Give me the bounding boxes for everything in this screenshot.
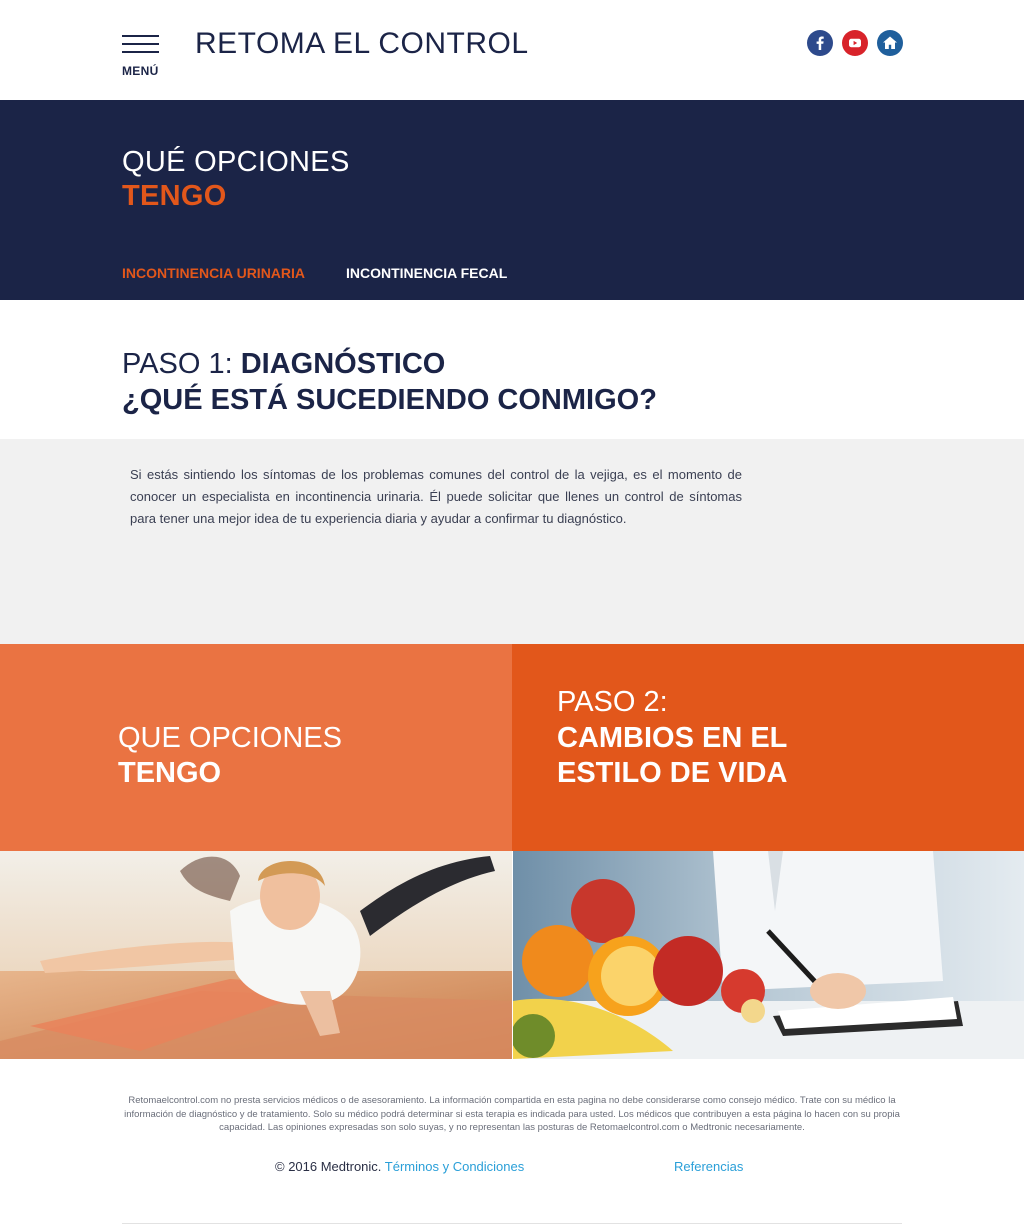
home-icon xyxy=(883,36,897,49)
tile-paso-2[interactable]: PASO 2: CAMBIOS EN EL ESTILO DE VIDA xyxy=(512,644,1024,851)
footer-divider xyxy=(122,1223,902,1224)
menu-button[interactable]: MENÚ xyxy=(122,35,162,79)
hamburger-icon xyxy=(122,35,159,37)
youtube-icon xyxy=(849,38,861,48)
tile-right-line3: ESTILO DE VIDA xyxy=(557,757,788,789)
footer-disclaimer: Retomaelcontrol.com no presta servicios … xyxy=(124,1095,900,1133)
step1-content-panel: Si estás sintiendo los síntomas de los p… xyxy=(0,439,1024,644)
tile-right-line2: CAMBIOS EN EL xyxy=(557,722,788,754)
site-header: MENÚ RETOMA EL CONTROL xyxy=(0,0,1024,100)
references-link[interactable]: Referencias xyxy=(674,1159,743,1174)
facebook-icon xyxy=(816,36,824,50)
exercise-photo xyxy=(0,851,512,1059)
hero-title-line1: QUÉ OPCIONES xyxy=(122,146,350,178)
tab-incontinencia-fecal[interactable]: INCONTINENCIA FECAL xyxy=(346,265,507,281)
tile-left-line1: QUE OPCIONES xyxy=(118,722,342,754)
youtube-link[interactable] xyxy=(842,30,868,56)
tab-incontinencia-urinaria[interactable]: INCONTINENCIA URINARIA xyxy=(122,265,305,281)
step1-title-text: DIAGNÓSTICO xyxy=(240,348,446,380)
step1-prefix: PASO 1: xyxy=(122,348,241,380)
copyright-text: © 2016 Medtronic. xyxy=(275,1159,385,1174)
footer-copyright: © 2016 Medtronic. Términos y Condiciones xyxy=(275,1159,524,1174)
fruit-doctor-photo xyxy=(513,851,1024,1059)
home-link[interactable] xyxy=(877,30,903,56)
hero-banner: QUÉ OPCIONES TENGO INCONTINENCIA URINARI… xyxy=(0,100,1024,300)
hamburger-icon-bar xyxy=(122,51,159,53)
tile-que-opciones-tengo[interactable]: QUE OPCIONES TENGO xyxy=(0,644,512,851)
step1-body-text: Si estás sintiendo los síntomas de los p… xyxy=(130,467,742,526)
terms-link[interactable]: Términos y Condiciones xyxy=(385,1159,524,1174)
step1-heading: PASO 1: DIAGNÓSTICO ¿QUÉ ESTÁ SUCEDIENDO… xyxy=(122,348,922,417)
menu-label: MENÚ xyxy=(122,64,159,78)
step1-question: ¿QUÉ ESTÁ SUCEDIENDO CONMIGO? xyxy=(122,384,657,416)
site-title[interactable]: RETOMA EL CONTROL xyxy=(195,27,529,61)
tile-left-line2: TENGO xyxy=(118,757,222,789)
hamburger-icon-bar xyxy=(122,43,159,45)
facebook-link[interactable] xyxy=(807,30,833,56)
tile-right-line1: PASO 2: xyxy=(557,686,668,718)
step1-title: PASO 1: DIAGNÓSTICO xyxy=(122,348,922,384)
hero-title-line2: TENGO xyxy=(122,180,227,212)
